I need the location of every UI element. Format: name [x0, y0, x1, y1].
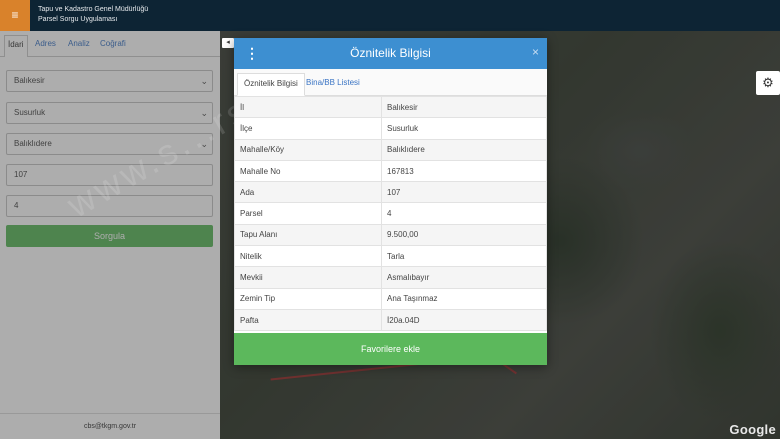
attribute-key: Tapu Alanı: [234, 223, 382, 247]
attribute-value: Ana Taşınmaz: [381, 287, 547, 310]
attribute-key: Zemin Tip: [234, 287, 382, 310]
google-attribution: Google: [729, 422, 776, 437]
table-row: Nitelik Tarla: [234, 245, 547, 268]
app-title-line2: Parsel Sorgu Uygulaması: [38, 16, 118, 23]
modal-header: ⋮ Öznitelik Bilgisi ×: [234, 38, 547, 69]
app-title-line1: Tapu ve Kadastro Genel Müdürlüğü: [38, 6, 149, 13]
attribute-value: İ20a.04D: [381, 308, 547, 332]
table-row: Parsel 4: [234, 202, 547, 225]
table-row: İl Balıkesir: [234, 95, 547, 119]
attribute-key: Mevkii: [234, 266, 382, 289]
attribute-value: 9.500,00: [381, 223, 547, 247]
attribute-key: Mahalle No: [234, 159, 382, 183]
attribute-value: Asmalıbayır: [381, 266, 547, 289]
attribute-info-modal: ⋮ Öznitelik Bilgisi × Öznitelik Bilgisi …: [234, 38, 547, 365]
hamburger-menu-button[interactable]: ≡: [0, 0, 30, 31]
attribute-value: 107: [381, 181, 547, 204]
tab-building-list[interactable]: Bina/BB Listesi: [300, 73, 366, 96]
modal-title: Öznitelik Bilgisi: [350, 46, 431, 60]
attribute-key: Nitelik: [234, 245, 382, 268]
table-row: Tapu Alanı 9.500,00: [234, 223, 547, 247]
hamburger-icon: ≡: [11, 8, 19, 22]
app-title: Tapu ve Kadastro Genel Müdürlüğü Parsel …: [38, 5, 148, 25]
attribute-key: Mahalle/Köy: [234, 138, 382, 161]
attribute-key: İl: [234, 95, 382, 119]
arrow-left-icon: ◂: [226, 39, 230, 46]
attribute-key: Pafta: [234, 308, 382, 332]
table-row: Ada 107: [234, 181, 547, 204]
table-row: İlçe Susurluk: [234, 117, 547, 140]
map-settings-button[interactable]: ⚙: [756, 71, 780, 95]
add-favorite-button[interactable]: Favorilere ekle: [234, 333, 547, 365]
attribute-value: Susurluk: [381, 117, 547, 140]
gear-icon: ⚙: [762, 75, 774, 90]
close-icon[interactable]: ×: [532, 45, 539, 59]
table-row: Mahalle No 167813: [234, 159, 547, 183]
table-row: Mahalle/Köy Balıklıdere: [234, 138, 547, 161]
attribute-value: Balıklıdere: [381, 138, 547, 161]
attribute-table: İl Balıkesir İlçe Susurluk Mahalle/Köy Balıkl…: [234, 95, 547, 332]
table-row: Mevkii Asmalıbayır: [234, 266, 547, 289]
map-toggle-button[interactable]: ◂: [222, 38, 234, 48]
attribute-value: 4: [381, 202, 547, 225]
attribute-value: 167813: [381, 159, 547, 183]
table-row: Pafta İ20a.04D: [234, 308, 547, 332]
attribute-key: Parsel: [234, 202, 382, 225]
attribute-value: Balıkesir: [381, 95, 547, 119]
modal-tabs: Öznitelik Bilgisi Bina/BB Listesi: [234, 69, 547, 96]
top-bar: ≡ Tapu ve Kadastro Genel Müdürlüğü Parse…: [0, 0, 780, 31]
attribute-key: Ada: [234, 181, 382, 204]
attribute-value: Tarla: [381, 245, 547, 268]
tab-attribute-info[interactable]: Öznitelik Bilgisi: [237, 73, 305, 96]
left-panel-dim-overlay: [0, 31, 220, 439]
table-row: Zemin Tip Ana Taşınmaz: [234, 287, 547, 310]
attribute-key: İlçe: [234, 117, 382, 140]
